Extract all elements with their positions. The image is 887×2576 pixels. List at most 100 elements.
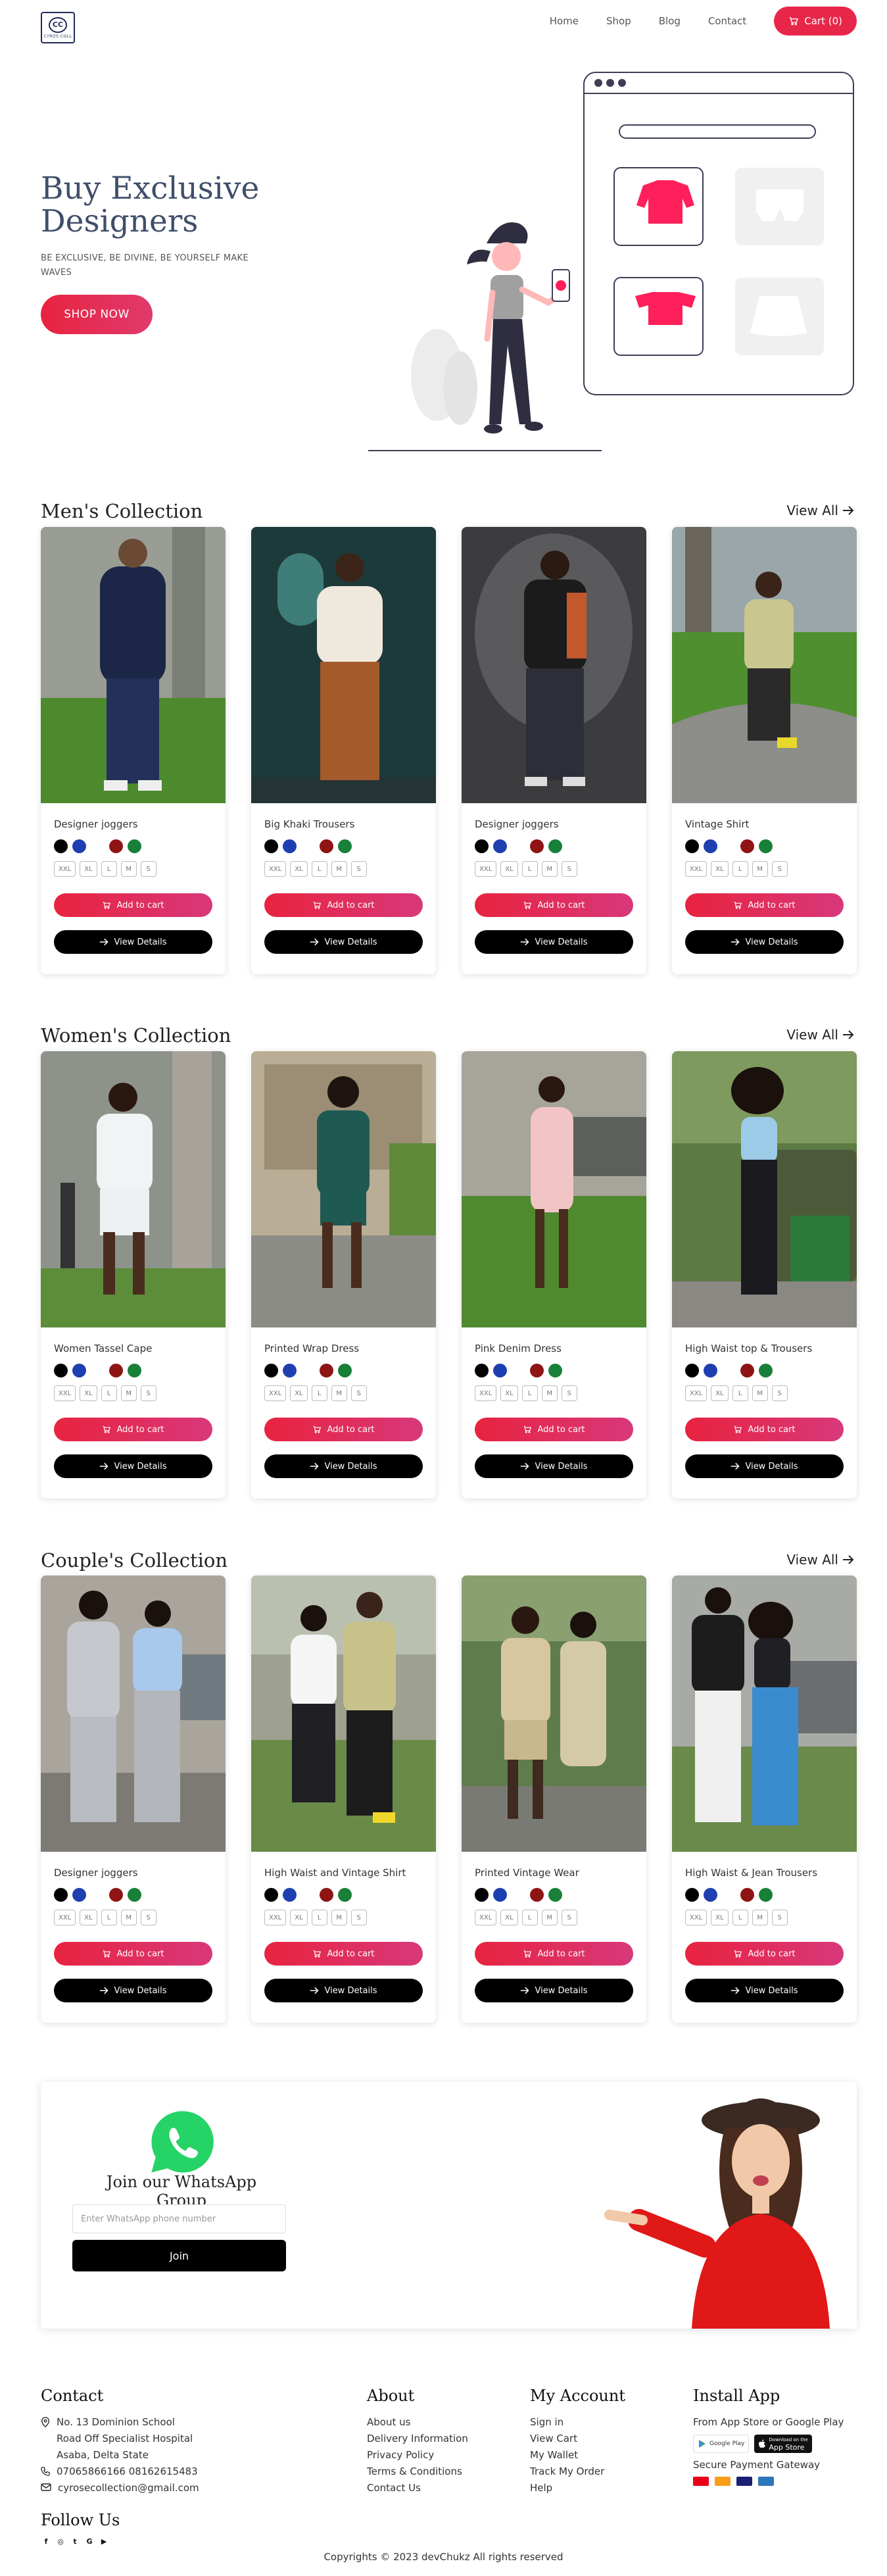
swatch-blue[interactable]: [493, 839, 507, 853]
view-details-button[interactable]: View Details: [54, 1454, 212, 1478]
swatch-black[interactable]: [264, 1364, 278, 1377]
view-details-button[interactable]: View Details: [685, 1454, 844, 1478]
footer-link-wallet[interactable]: My Wallet: [530, 2447, 675, 2464]
instagram-icon[interactable]: ◎: [55, 2536, 66, 2546]
swatch-blue[interactable]: [493, 1888, 507, 1902]
swatch-black[interactable]: [685, 839, 699, 853]
size-xl[interactable]: XL: [290, 1910, 308, 1925]
swatch-white[interactable]: [301, 1364, 315, 1377]
size-l[interactable]: L: [311, 861, 327, 877]
swatch-green[interactable]: [128, 1364, 141, 1377]
product-photo[interactable]: [251, 1051, 436, 1327]
swatch-black[interactable]: [264, 839, 278, 853]
add-to-cart-button[interactable]: Add to cart: [54, 1942, 212, 1966]
size-l[interactable]: L: [311, 1910, 327, 1925]
product-photo[interactable]: [462, 1575, 646, 1852]
footer-link-sign-in[interactable]: Sign in: [530, 2414, 675, 2431]
swatch-maroon[interactable]: [109, 1364, 123, 1377]
view-details-button[interactable]: View Details: [685, 1979, 844, 2002]
view-details-button[interactable]: View Details: [54, 930, 212, 954]
swatch-green[interactable]: [338, 1364, 352, 1377]
size-l[interactable]: L: [521, 1910, 538, 1925]
swatch-black[interactable]: [54, 1888, 68, 1902]
swatch-blue[interactable]: [283, 1364, 297, 1377]
size-xl[interactable]: XL: [80, 1910, 97, 1925]
swatch-maroon[interactable]: [530, 839, 544, 853]
view-details-button[interactable]: View Details: [54, 1979, 212, 2002]
size-m[interactable]: M: [752, 1385, 768, 1401]
swatch-black[interactable]: [685, 1888, 699, 1902]
product-photo[interactable]: [251, 527, 436, 803]
swatch-maroon[interactable]: [530, 1888, 544, 1902]
swatch-green[interactable]: [338, 1888, 352, 1902]
product-card[interactable]: Designer joggers XXL XL L M S Add to car…: [462, 527, 646, 974]
swatch-green[interactable]: [128, 1888, 141, 1902]
swatch-maroon[interactable]: [740, 1364, 754, 1377]
swatch-maroon[interactable]: [740, 839, 754, 853]
swatch-white[interactable]: [722, 1364, 736, 1377]
size-xxl[interactable]: XXL: [264, 1910, 287, 1925]
email-address[interactable]: cyrosecollection@gmail.com: [58, 2480, 199, 2496]
footer-link-about-us[interactable]: About us: [367, 2414, 512, 2431]
size-l[interactable]: L: [101, 1385, 117, 1401]
size-l[interactable]: L: [521, 1385, 538, 1401]
size-m[interactable]: M: [752, 861, 768, 877]
product-photo[interactable]: [672, 1051, 857, 1327]
product-card[interactable]: Printed Wrap Dress XXL XL L M S Add to c…: [251, 1051, 436, 1499]
product-card[interactable]: Designer joggers XXL XL L M S Add to car…: [41, 1575, 226, 2023]
size-l[interactable]: L: [732, 861, 748, 877]
footer-link-privacy[interactable]: Privacy Policy: [367, 2447, 512, 2464]
swatch-white[interactable]: [91, 1888, 105, 1902]
swatch-green[interactable]: [759, 1888, 773, 1902]
size-m[interactable]: M: [541, 1385, 558, 1401]
swatch-green[interactable]: [548, 839, 562, 853]
add-to-cart-button[interactable]: Add to cart: [475, 1942, 633, 1966]
swatch-black[interactable]: [264, 1888, 278, 1902]
size-xxl[interactable]: XXL: [475, 1385, 497, 1401]
product-card[interactable]: Women Tassel Cape XXL XL L M S Add to ca…: [41, 1051, 226, 1499]
swatch-black[interactable]: [54, 839, 68, 853]
swatch-black[interactable]: [475, 1364, 489, 1377]
swatch-black[interactable]: [685, 1364, 699, 1377]
product-photo[interactable]: [672, 1575, 857, 1852]
size-xxl[interactable]: XXL: [54, 1910, 76, 1925]
add-to-cart-button[interactable]: Add to cart: [685, 1942, 844, 1966]
join-button[interactable]: Join: [72, 2240, 286, 2271]
size-xl[interactable]: XL: [290, 1385, 308, 1401]
footer-link-delivery[interactable]: Delivery Information: [367, 2431, 512, 2447]
swatch-white[interactable]: [91, 839, 105, 853]
swatch-maroon[interactable]: [320, 1364, 333, 1377]
size-m[interactable]: M: [541, 1910, 558, 1925]
size-s[interactable]: S: [771, 1910, 788, 1925]
swatch-blue[interactable]: [72, 1364, 86, 1377]
size-s[interactable]: S: [140, 1385, 156, 1401]
add-to-cart-button[interactable]: Add to cart: [475, 893, 633, 917]
twitter-icon[interactable]: t: [70, 2536, 80, 2546]
swatch-black[interactable]: [475, 839, 489, 853]
product-card[interactable]: Big Khaki Trousers XXL XL L M S Add to c…: [251, 527, 436, 974]
youtube-icon[interactable]: ▶: [99, 2536, 109, 2546]
size-xxl[interactable]: XXL: [54, 1385, 76, 1401]
swatch-maroon[interactable]: [740, 1888, 754, 1902]
product-card[interactable]: Designer joggers XXL XL L M S Add to car…: [41, 527, 226, 974]
nav-contact[interactable]: Contact: [708, 15, 746, 27]
size-xxl[interactable]: XXL: [475, 861, 497, 877]
swatch-green[interactable]: [338, 839, 352, 853]
size-xl[interactable]: XL: [80, 861, 97, 877]
swatch-blue[interactable]: [72, 839, 86, 853]
size-xxl[interactable]: XXL: [685, 861, 707, 877]
footer-link-terms[interactable]: Terms & Conditions: [367, 2464, 512, 2480]
swatch-white[interactable]: [512, 1364, 525, 1377]
size-m[interactable]: M: [331, 1385, 347, 1401]
swatch-green[interactable]: [759, 1364, 773, 1377]
size-s[interactable]: S: [350, 1385, 367, 1401]
size-xl[interactable]: XL: [500, 1385, 518, 1401]
size-m[interactable]: M: [120, 1910, 137, 1925]
swatch-maroon[interactable]: [109, 1888, 123, 1902]
size-xxl[interactable]: XXL: [685, 1910, 707, 1925]
nav-home[interactable]: Home: [550, 15, 579, 27]
swatch-blue[interactable]: [283, 1888, 297, 1902]
size-s[interactable]: S: [561, 1910, 577, 1925]
size-m[interactable]: M: [120, 1385, 137, 1401]
size-m[interactable]: M: [752, 1910, 768, 1925]
